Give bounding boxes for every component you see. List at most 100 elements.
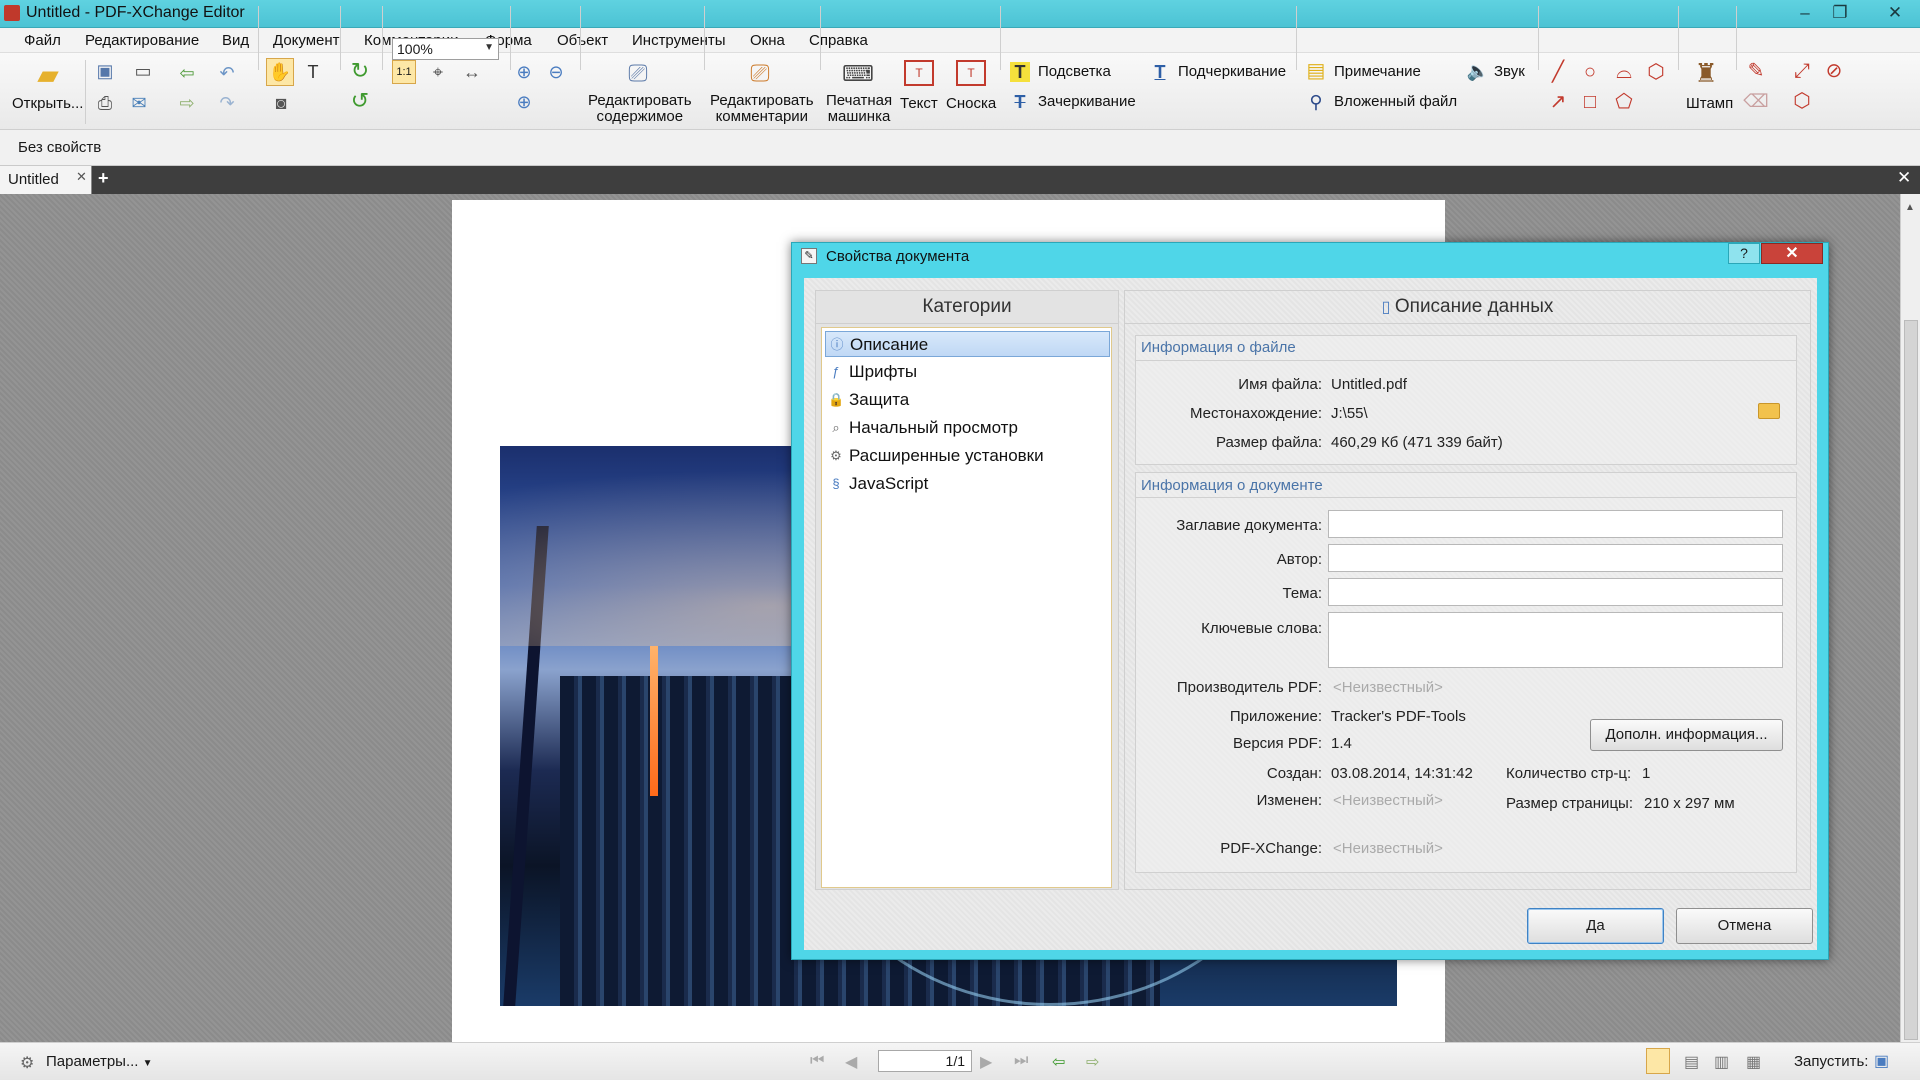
eraser-icon[interactable]: ⌫ <box>1743 90 1768 112</box>
scroll-up-icon[interactable]: ▲ <box>1905 202 1915 213</box>
underline-icon[interactable]: T <box>1150 62 1170 82</box>
category-initial-view[interactable]: ⌕ Начальный просмотр <box>825 415 1110 441</box>
facing-continuous-view-icon[interactable]: ▦ <box>1746 1052 1761 1072</box>
close-document-icon[interactable]: ✕ <box>1897 168 1911 188</box>
title-input[interactable] <box>1328 510 1783 538</box>
continuous-view-icon[interactable]: ▤ <box>1684 1052 1699 1072</box>
area-icon[interactable]: ⊘ <box>1822 60 1846 82</box>
launch-app-icon[interactable]: ▣ <box>1874 1051 1889 1071</box>
menu-windows[interactable]: Окна <box>750 32 785 49</box>
cloud-icon[interactable]: ⬡ <box>1644 62 1668 82</box>
underline-button[interactable]: Подчеркивание <box>1178 63 1286 80</box>
rotate-counterclockwise-icon[interactable]: ↺ <box>347 90 373 112</box>
polygon-icon[interactable]: ⬠ <box>1612 92 1636 112</box>
edit-content-button[interactable]: Редактировать содержимое <box>588 93 692 125</box>
snapshot-icon[interactable]: ◙ <box>268 92 294 114</box>
menu-edit[interactable]: Редактирование <box>85 32 199 49</box>
zoom-select[interactable]: 100% ▼ <box>392 38 499 60</box>
menu-object[interactable]: Объект <box>557 32 608 49</box>
history-forward-icon[interactable]: ⇨ <box>1086 1052 1099 1072</box>
single-page-view-icon[interactable] <box>1646 1048 1670 1074</box>
facing-view-icon[interactable]: ▥ <box>1714 1052 1729 1072</box>
zoom-in-icon[interactable]: ⊕ <box>512 90 536 114</box>
cancel-button[interactable]: Отмена <box>1676 908 1813 944</box>
stamp-icon[interactable]: ♜ <box>1690 58 1722 88</box>
edit-comments-icon[interactable]: ⎚ <box>744 60 776 88</box>
pencil-icon[interactable]: ✎ <box>1744 60 1768 82</box>
typewriter-icon[interactable]: ⌨ <box>842 60 874 88</box>
actual-size-icon[interactable]: 1:1 <box>392 60 416 84</box>
redo-icon[interactable]: ↷ <box>214 92 240 114</box>
attachment-button[interactable]: Вложенный файл <box>1334 93 1457 110</box>
category-advanced[interactable]: ⚙ Расширенные установки <box>825 443 1110 469</box>
next-page-icon[interactable]: ▶ <box>980 1052 992 1072</box>
scan-icon[interactable]: ▭ <box>128 60 158 82</box>
gear-icon[interactable]: ⚙ <box>20 1053 34 1073</box>
close-window-icon[interactable]: ✕ <box>1880 1 1910 25</box>
undo-icon[interactable]: ↶ <box>214 62 240 84</box>
print-icon[interactable]: ⎙ <box>94 92 116 114</box>
dialog-close-icon[interactable]: ✕ <box>1761 243 1823 264</box>
edit-comments-button[interactable]: Редактировать комментарии <box>710 93 814 125</box>
text-box-icon[interactable]: T <box>904 60 934 86</box>
scrollbar-thumb[interactable] <box>1904 320 1918 1040</box>
fit-page-icon[interactable]: ⌖ <box>426 60 450 84</box>
history-back-icon[interactable]: ⇦ <box>1052 1052 1065 1072</box>
tab-close-icon[interactable]: ✕ <box>76 169 87 185</box>
callout-button[interactable]: Сноска <box>946 95 996 112</box>
zoom-out-icon[interactable]: ⊖ <box>544 60 568 84</box>
category-fonts[interactable]: ƒ Шрифты <box>825 359 1110 385</box>
new-tab-icon[interactable]: + <box>98 168 109 189</box>
note-button[interactable]: Примечание <box>1334 63 1421 80</box>
sound-icon[interactable]: 🔈 <box>1466 60 1490 82</box>
prev-page-icon[interactable]: ◀ <box>845 1052 857 1072</box>
open-folder-icon[interactable]: ▰ <box>30 60 66 90</box>
rotate-clockwise-icon[interactable]: ↻ <box>347 60 373 82</box>
fit-width-icon[interactable]: ↔ <box>460 60 484 84</box>
save-icon[interactable]: ▣ <box>94 60 116 82</box>
hand-tool-icon[interactable]: ✋ <box>266 58 294 86</box>
note-icon[interactable]: ▤ <box>1304 60 1328 82</box>
category-description[interactable]: ⓘ Описание <box>825 331 1110 357</box>
sound-button[interactable]: Звук <box>1494 63 1525 80</box>
ellipse-icon[interactable]: ○ <box>1578 62 1602 82</box>
line-icon[interactable]: ╱ <box>1546 62 1570 82</box>
category-security[interactable]: 🔒 Защита <box>825 387 1110 413</box>
attachment-icon[interactable]: ⚲ <box>1306 91 1326 113</box>
forward-icon[interactable]: ⇨ <box>176 92 198 114</box>
menu-file[interactable]: Файл <box>24 32 61 49</box>
typewriter-button[interactable]: Печатная машинка <box>826 93 892 125</box>
author-input[interactable] <box>1328 544 1783 572</box>
vertical-scrollbar[interactable]: ▲ <box>1900 194 1920 1042</box>
open-button-label[interactable]: Открыть... <box>12 95 83 112</box>
menu-view[interactable]: Вид <box>222 32 249 49</box>
menu-document[interactable]: Документ <box>273 32 340 49</box>
rectangle-icon[interactable]: □ <box>1578 92 1602 112</box>
ok-button[interactable]: Да <box>1527 908 1664 944</box>
highlight-icon[interactable]: T <box>1010 62 1030 82</box>
parameters-button[interactable]: Параметры... ▼ <box>46 1053 153 1070</box>
open-folder-location-icon[interactable] <box>1758 403 1780 419</box>
last-page-icon[interactable]: ⏭ <box>1014 1052 1028 1070</box>
text-button[interactable]: Текст <box>900 95 938 112</box>
more-info-button[interactable]: Дополн. информация... <box>1590 719 1783 751</box>
strikeout-icon[interactable]: T <box>1010 92 1030 112</box>
callout-icon[interactable]: T <box>956 60 986 86</box>
highlight-button[interactable]: Подсветка <box>1038 63 1111 80</box>
select-text-icon[interactable]: T <box>300 60 326 84</box>
perimeter-icon[interactable]: ⬡ <box>1790 90 1814 112</box>
keywords-textarea[interactable] <box>1328 612 1783 668</box>
menu-help[interactable]: Справка <box>809 32 868 49</box>
strikeout-button[interactable]: Зачеркивание <box>1038 93 1136 110</box>
subject-input[interactable] <box>1328 578 1783 606</box>
arrow-icon[interactable]: ↗ <box>1546 92 1570 112</box>
measure-icon[interactable]: ⤢ <box>1790 60 1814 82</box>
stamp-button[interactable]: Штамп <box>1686 95 1733 112</box>
email-icon[interactable]: ✉ <box>128 92 150 114</box>
category-javascript[interactable]: § JavaScript <box>825 471 1110 497</box>
polyline-icon[interactable]: ⌓ <box>1612 62 1636 82</box>
first-page-icon[interactable]: ⏮ <box>810 1052 824 1070</box>
edit-content-icon[interactable]: ⎚ <box>622 60 654 88</box>
menu-tools[interactable]: Инструменты <box>632 32 726 49</box>
page-number-input[interactable]: 1/1 <box>878 1050 972 1072</box>
